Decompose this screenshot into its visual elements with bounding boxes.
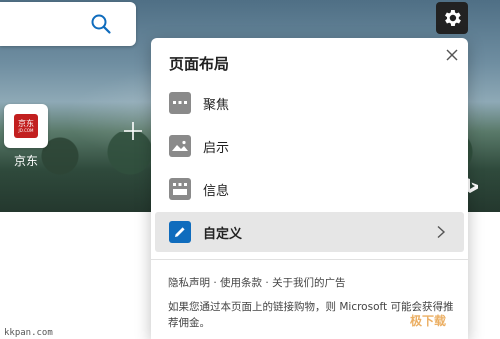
layout-option-custom[interactable]: 自定义 — [155, 212, 464, 252]
privacy-link[interactable]: 隐私声明 — [168, 277, 210, 289]
about-ads-link[interactable]: 关于我们的广告 — [272, 277, 346, 289]
watermark-text: kkpan.com — [4, 328, 53, 338]
watermark-logo-text: 极下载 — [410, 314, 447, 328]
layout-option-focus[interactable]: 聚焦 — [155, 83, 464, 123]
search-icon[interactable] — [90, 13, 112, 35]
quick-link-label: 京东 — [13, 154, 38, 168]
separator: · — [213, 277, 217, 289]
focus-layout-icon — [169, 92, 191, 114]
search-box[interactable] — [0, 2, 136, 46]
terms-link[interactable]: 使用条款 — [220, 277, 262, 289]
panel-title: 页面布局 — [169, 55, 230, 73]
layout-option-label: 信息 — [203, 183, 230, 199]
custom-pencil-icon — [169, 221, 191, 243]
jd-logo: 京东 JD.COM — [14, 114, 38, 138]
add-site-icon[interactable] — [122, 120, 144, 142]
layout-option-info[interactable]: 信息 — [155, 169, 464, 209]
page-layout-panel: 页面布局 聚焦 启示 信息 自定义 隐私声明 · 使用条款 · 关于我们的广告 … — [151, 38, 468, 339]
layout-option-label: 聚焦 — [203, 97, 230, 113]
panel-divider — [151, 259, 468, 260]
info-layout-icon — [169, 178, 191, 200]
inspiration-layout-icon — [169, 135, 191, 157]
layout-option-label: 自定义 — [203, 226, 243, 242]
layout-option-inspiration[interactable]: 启示 — [155, 126, 464, 166]
footer-links: 隐私声明 · 使用条款 · 关于我们的广告 — [168, 275, 346, 290]
chevron-right-icon — [437, 225, 446, 239]
separator: · — [265, 277, 269, 289]
quick-link-tile-jd[interactable]: 京东 JD.COM — [4, 104, 48, 148]
layout-option-label: 启示 — [203, 140, 230, 156]
settings-button[interactable] — [436, 2, 468, 34]
gear-icon — [445, 10, 461, 26]
close-icon[interactable] — [443, 46, 461, 64]
